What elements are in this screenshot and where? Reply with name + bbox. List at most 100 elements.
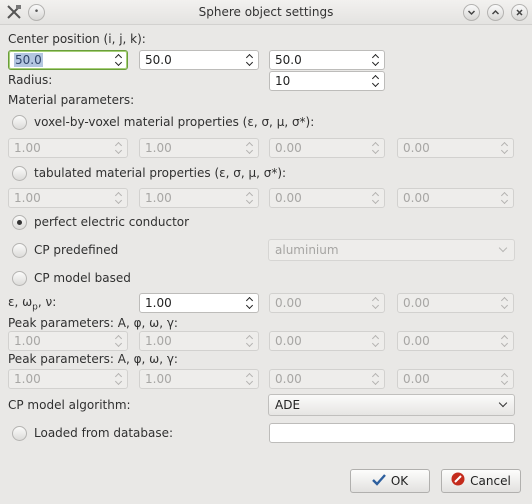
database-radio[interactable] bbox=[12, 426, 27, 441]
peak2-gamma-value: 0.00 bbox=[403, 372, 430, 386]
cp-algorithm-label: CP model algorithm: bbox=[8, 398, 131, 412]
spin-arrows-icon bbox=[501, 140, 510, 156]
spin-arrows-icon[interactable] bbox=[246, 52, 255, 68]
peak1-gamma-spinbox: 0.00 bbox=[397, 331, 514, 351]
spin-arrows-icon bbox=[115, 333, 124, 349]
eps-value: 1.00 bbox=[145, 296, 172, 310]
tabulated-epsilon-value: 1.00 bbox=[14, 191, 41, 205]
peak2-omega-value: 0.00 bbox=[275, 372, 302, 386]
cancel-button[interactable]: Cancel bbox=[441, 469, 521, 493]
center-j-value: 50.0 bbox=[145, 53, 172, 67]
voxel-label[interactable]: voxel-by-voxel material properties (ε, σ… bbox=[34, 115, 314, 129]
window-title: Sphere object settings bbox=[198, 5, 334, 19]
ok-label: OK bbox=[390, 474, 409, 488]
radius-label: Radius: bbox=[8, 73, 53, 87]
peak2-phi-spinbox: 1.00 bbox=[139, 369, 259, 389]
eps-wp-v-label-prefix: ε, ω bbox=[8, 295, 33, 309]
spin-arrows-icon bbox=[372, 140, 381, 156]
peak1-a-value: 1.00 bbox=[14, 334, 41, 348]
center-i-spinbox[interactable]: 50.0 bbox=[8, 50, 128, 70]
center-j-spinbox[interactable]: 50.0 bbox=[139, 50, 259, 70]
tabulated-sigma-value: 1.00 bbox=[145, 191, 172, 205]
spin-arrows-icon bbox=[115, 140, 124, 156]
maximize-icon[interactable] bbox=[487, 4, 504, 21]
spin-arrows-icon[interactable] bbox=[115, 52, 124, 68]
wp-spinbox: 0.00 bbox=[269, 293, 385, 313]
peak1-omega-value: 0.00 bbox=[275, 334, 302, 348]
voxel-sigma-spinbox: 1.00 bbox=[139, 138, 259, 158]
tabulated-mu-spinbox: 0.00 bbox=[269, 188, 385, 208]
material-parameters-label: Material parameters: bbox=[8, 93, 135, 107]
cp-model-label[interactable]: CP model based bbox=[34, 271, 131, 285]
peak2-label: Peak parameters: A, φ, ω, γ: bbox=[8, 352, 178, 366]
cancel-label: Cancel bbox=[470, 474, 511, 488]
spin-arrows-icon bbox=[372, 295, 381, 311]
center-k-value: 50.0 bbox=[275, 53, 302, 67]
center-k-spinbox[interactable]: 50.0 bbox=[269, 50, 385, 70]
tabulated-sigma-star-spinbox: 0.00 bbox=[397, 188, 514, 208]
spin-arrows-icon[interactable] bbox=[372, 73, 381, 89]
cp-predefined-select: aluminium bbox=[268, 239, 515, 261]
peak2-gamma-spinbox: 0.00 bbox=[397, 369, 514, 389]
voxel-epsilon-value: 1.00 bbox=[14, 141, 41, 155]
close-icon[interactable] bbox=[511, 4, 528, 21]
eps-spinbox[interactable]: 1.00 bbox=[139, 293, 259, 313]
tabulated-radio[interactable] bbox=[12, 166, 27, 181]
peak2-a-value: 1.00 bbox=[14, 372, 41, 386]
checkmark-icon bbox=[371, 471, 386, 493]
spin-arrows-icon bbox=[372, 371, 381, 387]
chevron-down-icon[interactable] bbox=[498, 398, 508, 408]
cp-predefined-label[interactable]: CP predefined bbox=[34, 243, 118, 257]
peak1-omega-spinbox: 0.00 bbox=[269, 331, 385, 351]
database-label[interactable]: Loaded from database: bbox=[34, 426, 173, 440]
spin-arrows-icon bbox=[501, 190, 510, 206]
spin-arrows-icon bbox=[501, 371, 510, 387]
center-position-label: Center position (i, j, k): bbox=[8, 32, 146, 46]
wp-value: 0.00 bbox=[275, 296, 302, 310]
spin-arrows-icon[interactable] bbox=[246, 295, 255, 311]
spin-arrows-icon bbox=[115, 371, 124, 387]
peak2-phi-value: 1.00 bbox=[145, 372, 172, 386]
nu-spinbox: 0.00 bbox=[397, 293, 514, 313]
spin-arrows-icon[interactable] bbox=[372, 52, 381, 68]
spin-arrows-icon bbox=[372, 190, 381, 206]
voxel-mu-spinbox: 0.00 bbox=[269, 138, 385, 158]
peak2-omega-spinbox: 0.00 bbox=[269, 369, 385, 389]
database-field[interactable] bbox=[269, 423, 515, 443]
spin-arrows-icon bbox=[501, 295, 510, 311]
peak1-phi-spinbox: 1.00 bbox=[139, 331, 259, 351]
ok-button[interactable]: OK bbox=[350, 469, 430, 493]
peak1-label: Peak parameters: A, φ, ω, γ: bbox=[8, 316, 178, 330]
spin-arrows-icon bbox=[246, 140, 255, 156]
voxel-sigma-value: 1.00 bbox=[145, 141, 172, 155]
center-i-value: 50.0 bbox=[14, 53, 43, 67]
spin-arrows-icon bbox=[115, 190, 124, 206]
pec-radio[interactable] bbox=[12, 215, 27, 230]
cp-algorithm-select[interactable]: ADE bbox=[268, 394, 515, 416]
cancel-icon bbox=[451, 471, 465, 493]
minimize-icon[interactable] bbox=[463, 4, 480, 21]
nu-value: 0.00 bbox=[403, 296, 430, 310]
chevron-down-icon bbox=[498, 243, 508, 253]
eps-wp-v-label-suffix: , ν: bbox=[37, 295, 57, 309]
spin-arrows-icon bbox=[501, 333, 510, 349]
peak1-a-spinbox: 1.00 bbox=[8, 331, 128, 351]
spin-arrows-icon bbox=[246, 371, 255, 387]
cp-algorithm-value: ADE bbox=[275, 398, 301, 412]
peak1-phi-value: 1.00 bbox=[145, 334, 172, 348]
tabulated-sigma-star-value: 0.00 bbox=[403, 191, 430, 205]
voxel-radio[interactable] bbox=[12, 115, 27, 130]
tabulated-label[interactable]: tabulated material properties (ε, σ, μ, … bbox=[34, 166, 286, 180]
tabulated-sigma-spinbox: 1.00 bbox=[139, 188, 259, 208]
cp-predefined-radio[interactable] bbox=[12, 243, 27, 258]
voxel-sigma-star-value: 0.00 bbox=[403, 141, 430, 155]
cp-predefined-value: aluminium bbox=[275, 243, 339, 257]
radius-value: 10 bbox=[275, 74, 291, 88]
radius-spinbox[interactable]: 10 bbox=[269, 71, 385, 91]
eps-wp-v-label: ε, ωp, ν: bbox=[8, 295, 56, 312]
tabulated-mu-value: 0.00 bbox=[275, 191, 302, 205]
cp-model-radio[interactable] bbox=[12, 271, 27, 286]
pec-label[interactable]: perfect electric conductor bbox=[34, 215, 189, 229]
voxel-epsilon-spinbox: 1.00 bbox=[8, 138, 128, 158]
voxel-mu-value: 0.00 bbox=[275, 141, 302, 155]
